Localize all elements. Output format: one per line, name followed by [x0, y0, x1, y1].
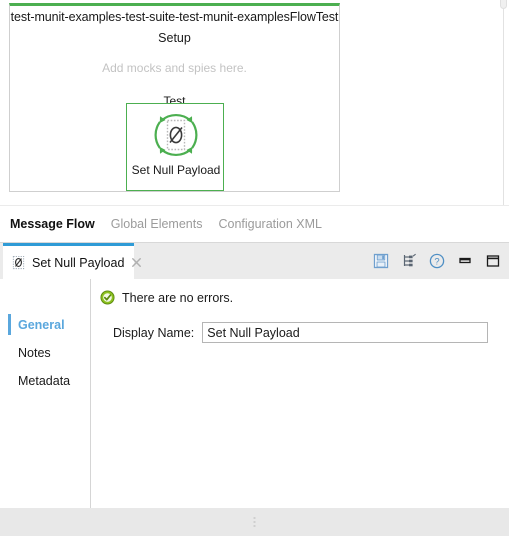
outline-tree-icon[interactable]: [401, 253, 417, 269]
properties-tab-label: Set Null Payload: [32, 255, 125, 270]
validation-status: There are no errors.: [92, 279, 509, 305]
flow-title: test-munit-examples-test-suite-test-muni…: [10, 10, 339, 24]
properties-panel: Set Null Payload ? General Notes Metadat…: [0, 242, 509, 509]
side-nav-item-metadata[interactable]: Metadata: [3, 367, 90, 395]
flow-canvas[interactable]: test-munit-examples-test-suite-test-muni…: [0, 0, 509, 240]
display-name-label: Display Name:: [113, 325, 195, 340]
properties-side-nav: General Notes Metadata: [3, 279, 91, 509]
tab-global-elements[interactable]: Global Elements: [111, 217, 203, 231]
setup-section-label: Setup: [158, 31, 191, 45]
save-icon[interactable]: [373, 253, 389, 269]
bottom-sash[interactable]: [0, 508, 509, 536]
mocks-placeholder-text: Add mocks and spies here.: [102, 61, 247, 75]
properties-form: There are no errors. Display Name:: [92, 279, 509, 509]
properties-body: General Notes Metadata There are no erro…: [0, 279, 509, 509]
validation-status-text: There are no errors.: [122, 290, 234, 305]
flow-container[interactable]: test-munit-examples-test-suite-test-muni…: [9, 3, 340, 192]
svg-text:?: ?: [434, 256, 439, 267]
set-null-payload-icon: [154, 114, 198, 156]
side-nav-item-notes[interactable]: Notes: [3, 339, 90, 367]
canvas-scrollbar-track[interactable]: [503, 0, 504, 240]
display-name-row: Display Name:: [92, 322, 509, 343]
success-check-icon: [100, 290, 115, 305]
tab-message-flow[interactable]: Message Flow: [10, 217, 95, 231]
properties-tab-set-null-payload[interactable]: Set Null Payload: [3, 243, 142, 279]
properties-toolbar: ?: [373, 243, 501, 279]
sash-drag-handle[interactable]: [253, 517, 256, 528]
display-name-input[interactable]: [202, 322, 489, 343]
side-nav-item-general[interactable]: General: [3, 311, 90, 339]
tab-configuration-xml[interactable]: Configuration XML: [218, 217, 322, 231]
flow-node-label: Set Null Payload: [131, 163, 221, 177]
maximize-icon[interactable]: [485, 253, 501, 269]
minimize-icon[interactable]: [457, 253, 473, 269]
mule-studio-window: test-munit-examples-test-suite-test-muni…: [0, 0, 509, 536]
editor-tab-bar: Message Flow Global Elements Configurati…: [0, 205, 509, 242]
properties-tab-bar: Set Null Payload ?: [0, 243, 509, 279]
test-section-container[interactable]: Set Null Payload: [126, 103, 224, 191]
canvas-scrollbar-thumb[interactable]: [500, 0, 507, 9]
set-null-payload-icon: [12, 255, 25, 270]
flow-node-set-null-payload[interactable]: Set Null Payload: [127, 104, 225, 192]
close-icon[interactable]: [130, 256, 143, 269]
help-icon[interactable]: ?: [429, 253, 445, 269]
